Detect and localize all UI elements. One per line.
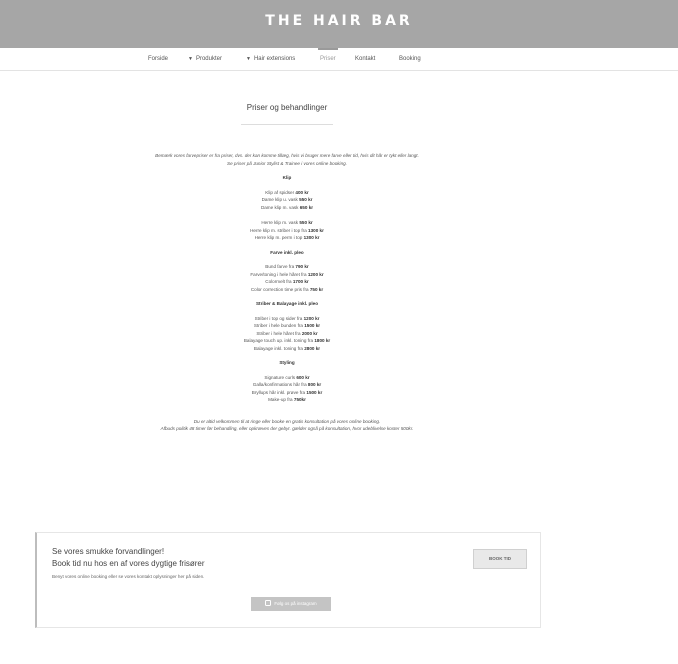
price-item: Striber i hele håret fra 2000 kr — [0, 330, 574, 338]
price-item-price: 2000 kr — [301, 330, 318, 336]
price-item: Dame klip m. vask 650 kr — [0, 204, 574, 212]
price-item-price: 2800 kr — [304, 345, 321, 351]
price-item-label: Herre klip m. striber i top fra — [250, 227, 307, 233]
price-item-label: Balayage touch up. inkl. toning fra — [243, 338, 314, 343]
price-item-label: Dame klip u. vask — [261, 197, 298, 202]
cta-subheadline: Book tid nu hos en af vores dygtige fris… — [52, 559, 205, 568]
cta-headline: Se vores smukke forvandlinger! — [52, 547, 165, 556]
section-title: Styling — [279, 360, 295, 365]
price-item-price: 1700 kr — [292, 279, 309, 284]
price-item-label: Herre klip m. vask — [261, 220, 299, 225]
price-item: Klip af spidser 400 kr — [0, 189, 574, 197]
price-item: Galla/konfirmations hår fra 800 kr — [0, 381, 574, 389]
nav-item-label: Hair extensions — [253, 56, 296, 62]
price-item-label: Signature curls — [264, 374, 296, 380]
price-item: Colormelt fra 1700 kr — [0, 278, 574, 286]
price-item-price: 550 kr — [299, 220, 313, 225]
price-item-label: Dame klip m. vask — [260, 204, 299, 210]
cta-box: Se vores smukke forvandlinger! Book tid … — [35, 532, 541, 628]
price-item: Color correction time pris fra 750 kr — [0, 286, 574, 294]
price-item-price: 750kr — [293, 397, 306, 402]
price-item: Farve/toning i hele håret fra 1200 kr — [0, 271, 574, 279]
price-item-price: 550 kr — [299, 197, 313, 202]
price-item-label: Bund farve fra — [265, 264, 295, 269]
section-title: Farve inkl. pleo — [270, 249, 304, 255]
price-item-label: Striber i hele bunden fra — [253, 323, 303, 328]
price-item-label: Color correction time pris fra — [250, 286, 309, 292]
price-item: Balayage touch up. inkl. toning fra 1800… — [0, 337, 574, 345]
price-note-junior: Se priser på Junior Stylist & Trainee i … — [227, 160, 347, 166]
price-item: Balayage inkl. toning fra 2800 kr — [0, 345, 574, 353]
price-item: Striber i hele bunden fra 1500 kr — [0, 322, 574, 330]
price-item-price: 400 kr — [295, 189, 309, 195]
nav-item-forside[interactable]: Forside — [148, 56, 168, 62]
heading-divider — [241, 124, 333, 125]
price-item-price: 600 kr — [296, 374, 310, 380]
price-item-label: Striber i hele håret fra — [256, 330, 301, 336]
price-item: Make-up fra 750kr — [0, 396, 574, 404]
price-item: Bund farve fra 790 kr — [0, 263, 574, 271]
price-item: Herre klip m. striber i top fra 1300 kr — [0, 227, 574, 235]
book-button[interactable]: BOOK TID — [473, 549, 527, 569]
cta-description: Benyt vores online booking eller se vore… — [52, 574, 205, 579]
nav-item-label: Forside — [148, 56, 169, 62]
section-title: Striber & Balayage inkl. pleo — [255, 301, 319, 306]
footer-note: Du er altid velkommen til at ringe eller… — [193, 418, 381, 424]
cancellation-policy: Afbuds politik 48 timer før behandling, … — [160, 426, 414, 431]
price-item-price: 800 kr — [307, 382, 322, 387]
instagram-button[interactable]: Følg os på instagram — [251, 597, 331, 611]
price-item-price: 1500 kr — [306, 389, 323, 395]
price-item: Dame klip u. vask 550 kr — [0, 196, 574, 204]
price-item-label: Make-up fra — [268, 397, 293, 402]
price-item-label: Colormelt fra — [265, 279, 292, 284]
price-sections: Klip Klip af spidser 400 kr Dame klip u. v… — [0, 174, 574, 404]
page-title: Priser og behandlinger — [246, 103, 328, 112]
price-item-price: 1800 kr — [314, 338, 331, 343]
nav-item-produkter[interactable]: ▼ Produkter — [188, 56, 222, 62]
price-item: Herre klip m. perm i top 1300 kr — [0, 234, 574, 242]
nav-item-kontakt[interactable]: Kontakt — [355, 56, 375, 62]
nav-item-label: Booking — [399, 56, 421, 62]
price-item-price: 1200 kr — [307, 271, 324, 277]
price-item-price: 1500 kr — [304, 323, 321, 328]
price-item: Bryllups hår inkl. prøve fra 1500 kr — [0, 389, 574, 397]
main-nav: Forside ▼ Produkter ▼ Hair extensions Pris… — [0, 48, 678, 71]
nav-item-label: Kontakt — [355, 56, 376, 62]
nav-active-indicator — [318, 48, 338, 50]
instagram-icon — [265, 600, 272, 606]
price-list: Bemærk vores farvepriser er fra priser, … — [0, 152, 574, 433]
price-item-label: Klip af spidser — [265, 189, 295, 195]
caret-down-icon: ▼ — [188, 56, 193, 62]
nav-item-label: Priser — [320, 56, 336, 62]
section-title: Klip — [282, 175, 292, 180]
price-item: Herre klip m. vask 550 kr — [0, 219, 574, 227]
price-item-label: Galla/konfirmations hår fra — [252, 382, 307, 387]
price-item-label: Striber i top og sider fra — [254, 315, 303, 321]
caret-down-icon: ▼ — [246, 56, 251, 62]
price-item-label: Farve/toning i hele håret fra — [250, 271, 307, 277]
nav-item-hair-extensions[interactable]: ▼ Hair extensions — [246, 56, 295, 62]
price-note: Bemærk vores farvepriser er fra priser, … — [155, 153, 419, 158]
price-item-price: 1300 kr — [303, 235, 320, 240]
nav-item-booking[interactable]: Booking — [399, 56, 421, 62]
price-item-label: Balayage inkl. toning fra — [253, 345, 303, 351]
price-item-label: Herre klip m. perm i top — [254, 235, 303, 240]
site-title[interactable]: THE HAIR BAR — [265, 13, 412, 29]
price-item-price: 790 kr — [295, 264, 309, 269]
price-item-price: 750 kr — [309, 286, 324, 292]
instagram-label: Følg os på instagram — [274, 601, 317, 606]
nav-item-label: Produkter — [195, 56, 222, 62]
price-item-price: 650 kr — [299, 204, 314, 210]
nav-item-priser[interactable]: Priser — [320, 56, 336, 62]
price-item: Striber i top og sider fra 1200 kr — [0, 315, 574, 323]
price-item-price: 1200 kr — [303, 315, 320, 321]
price-item: Signature curls 600 kr — [0, 374, 574, 382]
site-header: THE HAIR BAR — [0, 0, 678, 48]
price-item-price: 1300 kr — [308, 227, 324, 233]
price-item-label: Bryllups hår inkl. prøve fra — [251, 389, 306, 395]
